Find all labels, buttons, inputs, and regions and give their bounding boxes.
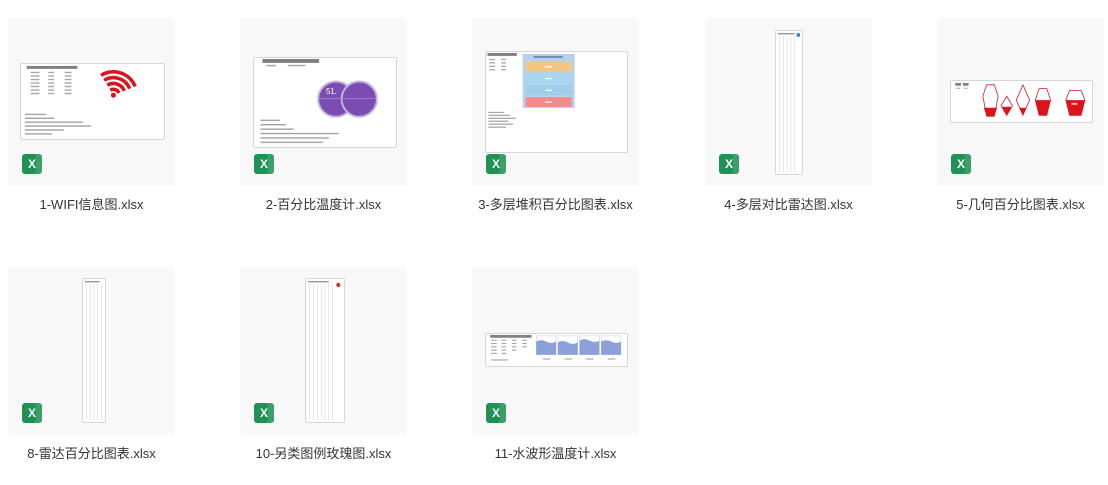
preview-notes <box>24 113 92 135</box>
excel-icon: X <box>486 403 506 423</box>
excel-icon-letter: X <box>27 157 36 171</box>
excel-icon: X <box>951 154 971 174</box>
diamond-shape <box>1015 83 1031 117</box>
wifi-infographic-preview <box>24 65 137 135</box>
file-thumbnail[interactable]: X <box>8 267 175 435</box>
file-name[interactable]: 2-百分比温度计.xlsx <box>240 196 407 214</box>
file-thumbnail[interactable]: X <box>937 18 1104 186</box>
file-item[interactable]: 51. X 2-百分比温度计.xlsx <box>240 18 407 214</box>
preview-columns <box>309 283 333 421</box>
file-thumbnail[interactable]: 51. X <box>240 18 407 186</box>
excel-icon-letter: X <box>724 157 733 171</box>
excel-icon-letter: X <box>491 406 500 420</box>
preview-notes <box>488 111 516 128</box>
excel-icon-letter: X <box>259 157 268 171</box>
radar-compare-preview <box>777 32 801 173</box>
excel-icon-letter: X <box>259 406 268 420</box>
file-name[interactable]: 11-水波形温度计.xlsx <box>472 445 639 463</box>
stacked-bars-panel <box>522 53 575 108</box>
water-gauge <box>557 335 578 360</box>
preview-table <box>262 58 320 67</box>
preview-card <box>950 80 1093 123</box>
preview-card <box>485 333 628 367</box>
excel-icon: X <box>22 154 42 174</box>
file-item[interactable]: X 11-水波形温度计.xlsx <box>472 267 639 463</box>
percent-value: 51. <box>326 87 337 96</box>
right-hexagon-shape <box>1065 90 1086 116</box>
preview-card <box>305 278 345 423</box>
stacked-percent-preview <box>487 52 575 128</box>
preview-table <box>955 82 969 89</box>
water-gauge <box>579 335 600 360</box>
file-item[interactable]: X 1-WIFI信息图.xlsx <box>8 18 175 214</box>
excel-icon-letter: X <box>27 406 36 420</box>
preview-card <box>485 51 628 153</box>
geometric-percent-preview <box>955 82 1086 117</box>
excel-icon: X <box>22 403 42 423</box>
file-thumbnail[interactable]: X <box>472 18 639 186</box>
hexagon-shape <box>982 84 999 117</box>
radar-thumb-dot <box>796 32 801 37</box>
pentagon-shape <box>1034 88 1051 116</box>
preview-card <box>20 63 165 140</box>
file-name[interactable]: 1-WIFI信息图.xlsx <box>8 196 175 214</box>
preview-columns <box>86 283 102 421</box>
preview-card <box>775 30 803 175</box>
file-name[interactable]: 3-多层堆积百分比图表.xlsx <box>472 196 639 214</box>
preview-notes <box>260 119 339 144</box>
file-thumbnail[interactable]: X <box>240 267 407 435</box>
water-gauge <box>535 335 557 360</box>
file-thumbnail[interactable]: X <box>705 18 872 186</box>
percent-circles: 51. <box>317 80 378 118</box>
excel-icon-letter: X <box>491 157 500 171</box>
rose-thumb-dot <box>336 282 341 288</box>
preview-card: 51. <box>253 57 397 148</box>
excel-icon-letter: X <box>956 157 965 171</box>
file-name[interactable]: 5-几何百分比图表.xlsx <box>937 196 1104 214</box>
file-name[interactable]: 10-另类图例玫瑰图.xlsx <box>240 445 407 463</box>
file-item[interactable]: X 3-多层堆积百分比图表.xlsx <box>472 18 639 214</box>
percent-thermometer-preview: 51. <box>260 58 378 144</box>
file-grid: X 1-WIFI信息图.xlsx 51. X 2-百分比温度计.xlsx X 3… <box>0 0 1108 485</box>
file-item[interactable]: X 5-几何百分比图表.xlsx <box>937 18 1104 214</box>
file-item[interactable]: X 8-雷达百分比图表.xlsx <box>8 267 175 463</box>
excel-icon: X <box>486 154 506 174</box>
file-item[interactable]: X 4-多层对比雷达图.xlsx <box>705 18 872 214</box>
rose-chart-preview <box>307 280 341 421</box>
file-name[interactable]: 4-多层对比雷达图.xlsx <box>705 196 872 214</box>
excel-icon: X <box>254 403 274 423</box>
excel-icon: X <box>254 154 274 174</box>
small-diamond-shape <box>1000 95 1013 117</box>
preview-table <box>26 65 78 95</box>
preview-table <box>487 52 517 71</box>
preview-table <box>490 334 532 361</box>
water-thermometer-preview <box>490 334 622 361</box>
water-gauge <box>600 335 622 360</box>
wifi-icon <box>100 70 137 98</box>
file-thumbnail[interactable]: X <box>472 267 639 435</box>
file-thumbnail[interactable]: X <box>8 18 175 186</box>
preview-columns <box>779 35 795 173</box>
radar-percent-preview <box>84 280 102 421</box>
file-name[interactable]: 8-雷达百分比图表.xlsx <box>8 445 175 463</box>
file-item[interactable]: X 10-另类图例玫瑰图.xlsx <box>240 267 407 463</box>
preview-card <box>82 278 106 423</box>
excel-icon: X <box>719 154 739 174</box>
